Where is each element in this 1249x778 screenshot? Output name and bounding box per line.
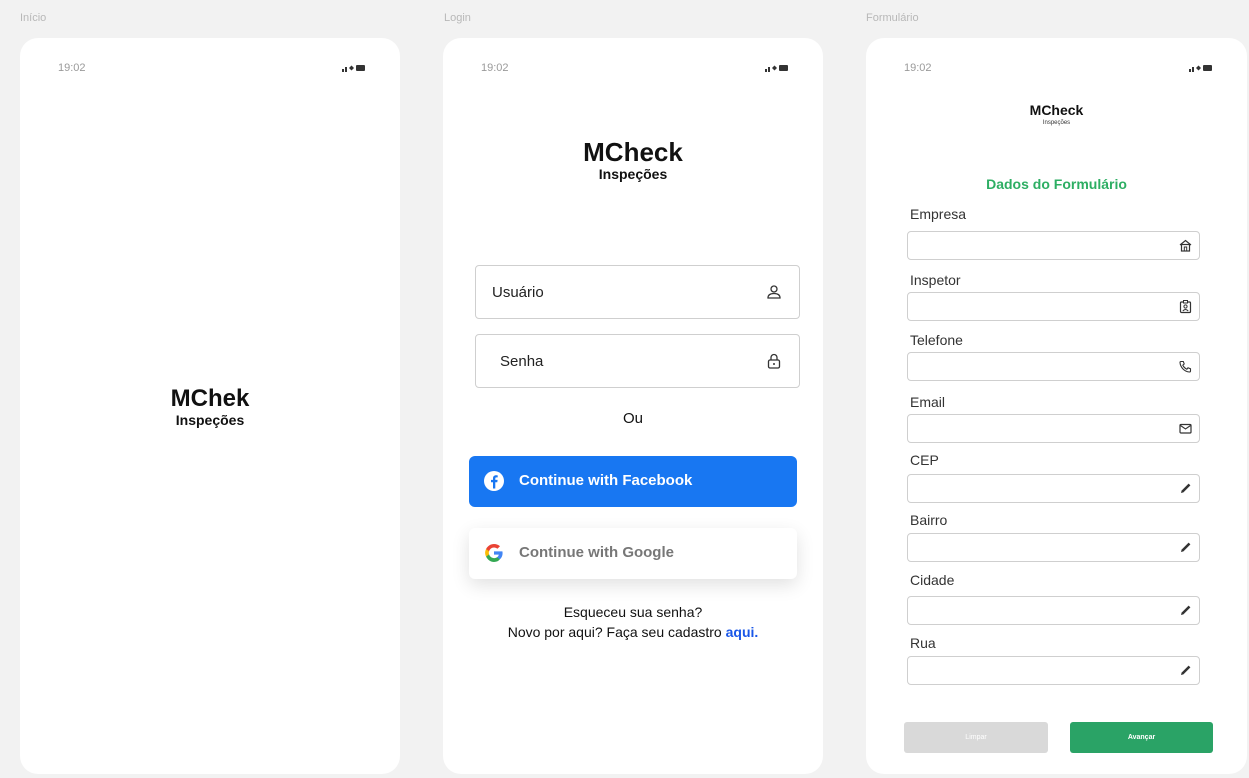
google-login-button[interactable]: Continue with Google (469, 528, 797, 579)
rua-input[interactable] (907, 656, 1200, 685)
forgot-section: Esqueceu sua senha? Novo por aqui? Faça … (443, 602, 823, 642)
facebook-icon (484, 471, 504, 491)
cidade-label: Cidade (910, 572, 955, 588)
cep-label: CEP (910, 452, 939, 468)
password-label: Senha (500, 353, 544, 370)
inspetor-input[interactable] (907, 292, 1200, 321)
lock-icon (767, 353, 781, 369)
or-separator: Ou (622, 410, 643, 427)
signup-link[interactable]: aqui. (726, 624, 759, 640)
id-badge-icon (1179, 300, 1192, 314)
splash-subtitle: Inspeções (175, 412, 245, 428)
login-logo: MCheck Inspeções (443, 138, 823, 182)
cidade-input[interactable] (907, 596, 1200, 625)
signup-prefix: Novo por aqui? Faça seu cadastro (507, 624, 726, 640)
password-field[interactable]: Senha (475, 334, 800, 388)
splash-title: MChek (170, 385, 250, 412)
frame-label-login: Login (444, 12, 471, 24)
telefone-label: Telefone (910, 332, 963, 348)
google-label: Continue with Google (519, 544, 674, 561)
pencil-icon (1181, 665, 1191, 675)
google-icon (485, 544, 503, 562)
signup-text: Novo por aqui? Faça seu cadastro aqui. (443, 622, 823, 642)
status-time: 19:02 (904, 62, 932, 74)
rua-label: Rua (910, 635, 936, 651)
telefone-input[interactable] (907, 352, 1200, 381)
pencil-icon (1181, 483, 1191, 493)
form-logo-subtitle: Inspeções (1042, 120, 1071, 126)
next-button[interactable]: Avançar (1070, 722, 1213, 753)
facebook-label: Continue with Facebook (519, 472, 693, 489)
frame-label-formulario: Formulário (866, 12, 919, 24)
signal-battery-icon (1189, 65, 1212, 72)
signal-battery-icon (342, 65, 365, 72)
form-heading: Dados do Formulário (986, 176, 1127, 192)
forgot-password-link[interactable]: Esqueceu sua senha? (443, 602, 823, 622)
splash-logo: MChek Inspeções (20, 385, 400, 429)
login-screen: 19:02 MCheck Inspeções Usuário Senha Ou … (443, 38, 823, 774)
phone-icon (1179, 360, 1192, 373)
username-field[interactable]: Usuário (475, 265, 800, 319)
bairro-label: Bairro (910, 512, 948, 528)
form-logo: MCheck Inspeções (866, 102, 1247, 128)
email-label: Email (910, 394, 946, 410)
user-icon (767, 285, 781, 299)
login-title: MCheck (583, 137, 683, 167)
mail-icon (1179, 423, 1192, 434)
status-icons (342, 64, 366, 74)
frame-label-inicio: Início (20, 12, 47, 24)
form-logo-title: MCheck (1029, 102, 1084, 118)
status-time: 19:02 (481, 62, 509, 74)
facebook-login-button[interactable]: Continue with Facebook (469, 456, 797, 507)
inspetor-label: Inspetor (910, 272, 961, 288)
splash-screen: 19:02 MChek Inspeções (20, 38, 400, 774)
username-label: Usuário (492, 284, 544, 301)
status-icons (1189, 64, 1213, 74)
form-screen: 19:02 MCheck Inspeções Dados do Formulár… (866, 38, 1247, 774)
bairro-input[interactable] (907, 533, 1200, 562)
clear-button[interactable]: Limpar (904, 722, 1048, 753)
pencil-icon (1181, 605, 1191, 615)
cep-input[interactable] (907, 474, 1200, 503)
empresa-input[interactable] (907, 231, 1200, 260)
building-icon (1179, 239, 1192, 252)
status-icons (765, 64, 789, 74)
login-subtitle: Inspeções (598, 166, 668, 182)
empresa-label: Empresa (910, 206, 967, 222)
signal-battery-icon (765, 65, 788, 72)
status-time: 19:02 (58, 62, 86, 74)
email-input[interactable] (907, 414, 1200, 443)
pencil-icon (1181, 542, 1191, 552)
